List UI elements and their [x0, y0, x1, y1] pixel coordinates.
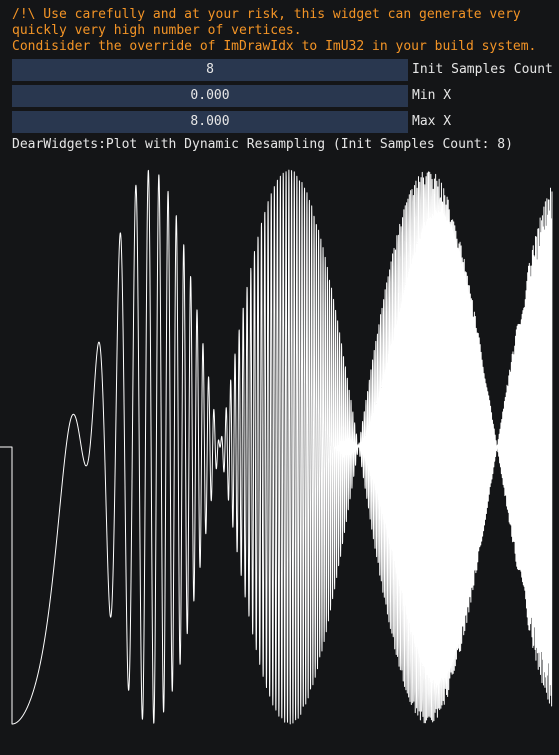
init-samples-count-input[interactable]: 8 — [12, 59, 408, 81]
max-x-label: Max X — [412, 114, 452, 129]
warning-text: /!\ Use carefully and at your risk, this… — [12, 7, 536, 55]
max-x-input[interactable]: 8.000 — [12, 111, 408, 133]
init-samples-row: 8 Init Samples Count — [12, 59, 559, 81]
max-x-row: 8.000 Max X — [12, 111, 559, 133]
plot-title: DearWidgets:Plot with Dynamic Resampling… — [12, 137, 513, 152]
min-x-row: 0.000 Min X — [12, 85, 559, 107]
warning-line-1: /!\ Use carefully and at your risk, this… — [12, 7, 521, 22]
warning-line-3: Condisider the override of ImDrawIdx to … — [12, 39, 537, 54]
plot-line — [0, 169, 553, 725]
min-x-input[interactable]: 0.000 — [12, 85, 408, 107]
resampled-plot[interactable] — [0, 160, 559, 740]
min-x-label: Min X — [412, 88, 452, 103]
warning-line-2: quickly very high number of vertices. — [12, 23, 302, 38]
init-samples-count-label: Init Samples Count — [412, 62, 553, 77]
